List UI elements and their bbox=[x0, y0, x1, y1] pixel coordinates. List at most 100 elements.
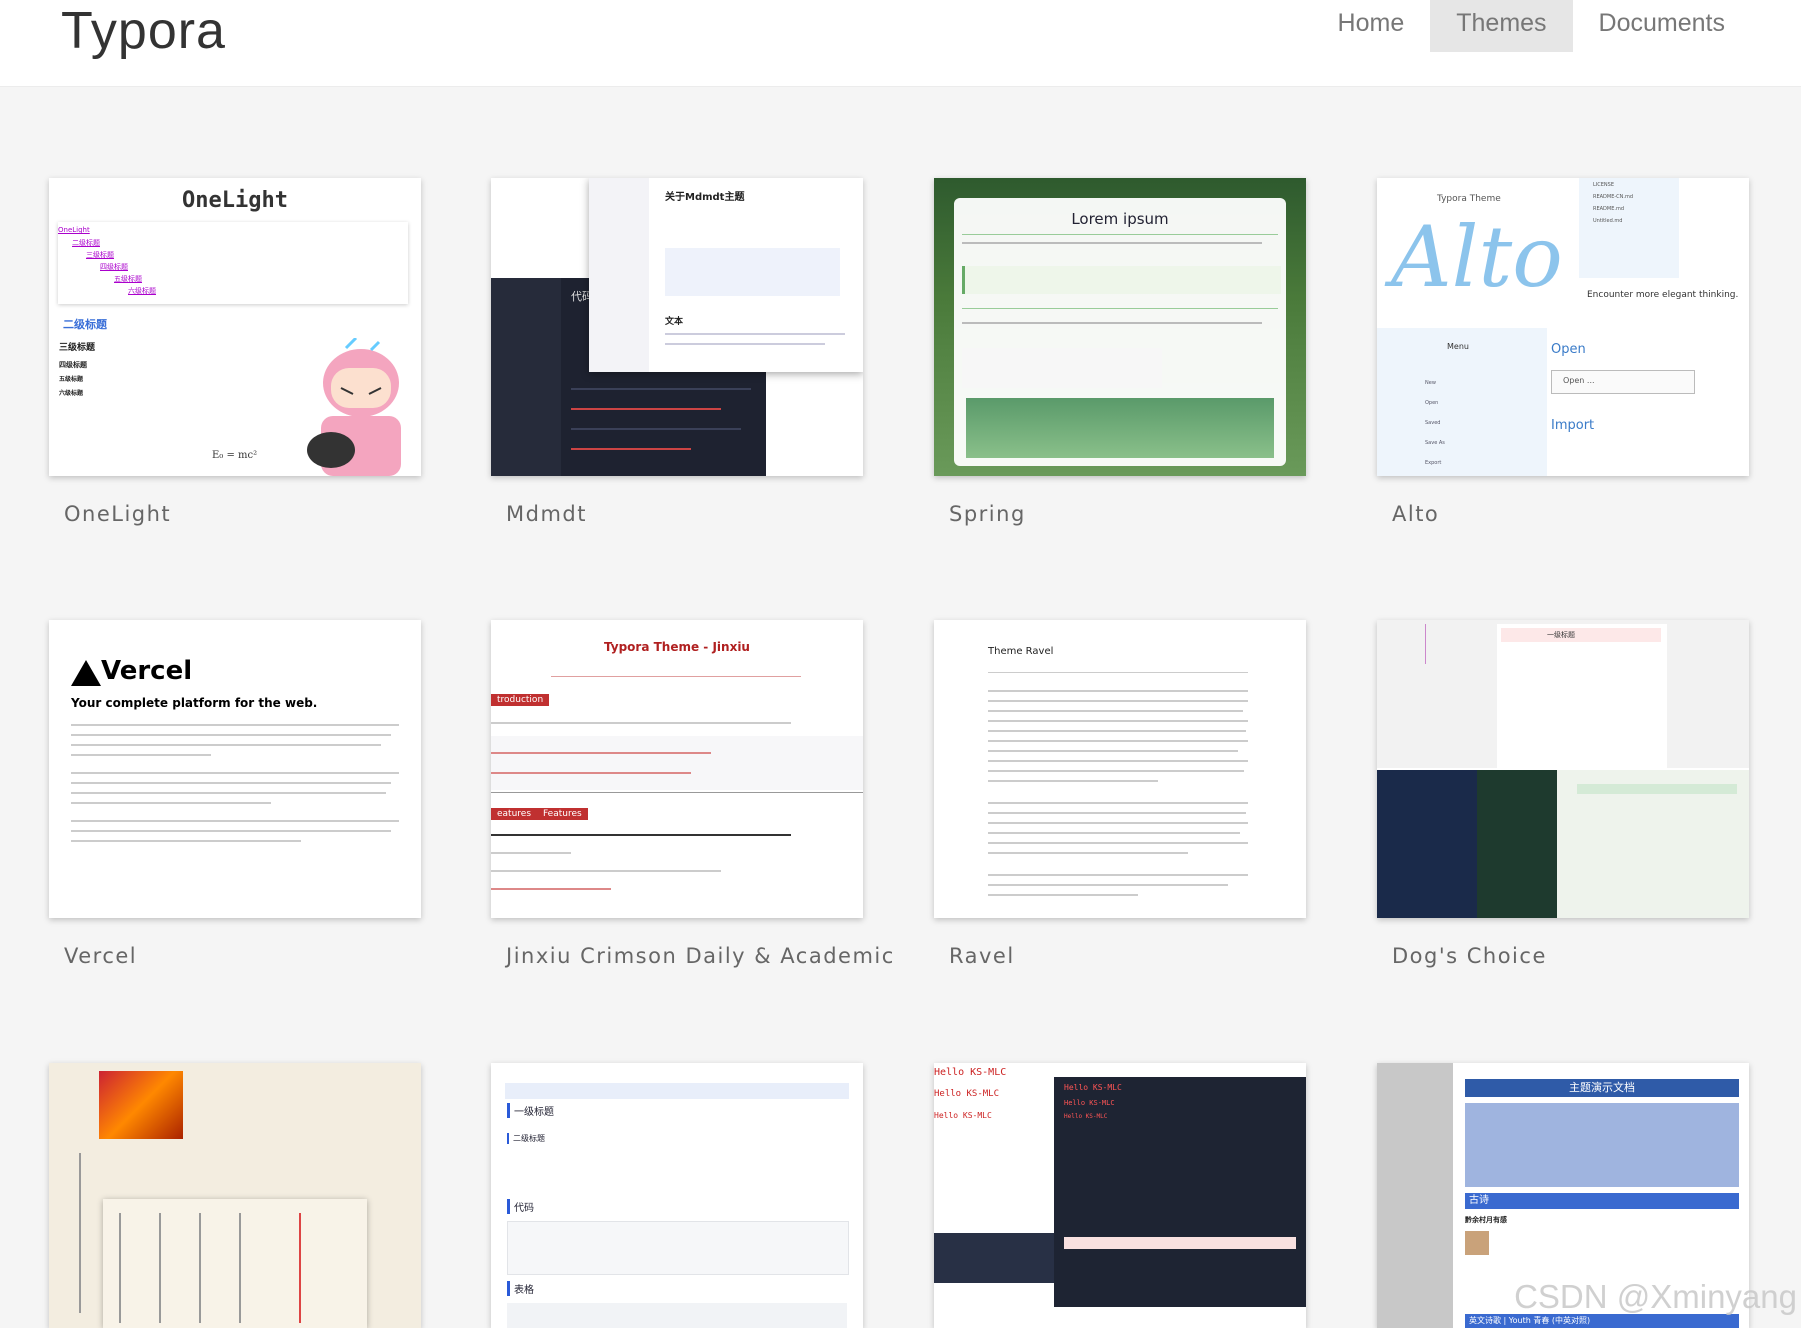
file-item: LICENSE bbox=[1593, 182, 1614, 188]
theme-thumbnail[interactable]: 一级标题 bbox=[1377, 620, 1749, 918]
theme-card-ravel[interactable]: Theme Ravel Ravel bbox=[934, 620, 1306, 968]
thumb-poem-title: 黔余村月有感 bbox=[1465, 1216, 1507, 1224]
theme-card-row3-2[interactable]: 一级标题 二级标题 代码 表格 bbox=[491, 1063, 863, 1328]
nav-documents[interactable]: Documents bbox=[1573, 0, 1751, 52]
theme-thumbnail[interactable]: Typora Theme Alto Encounter more elegant… bbox=[1377, 178, 1749, 476]
thumb-footer: 英文诗歌 | Youth 青春 (中英对照) bbox=[1465, 1314, 1739, 1328]
thumb-title: Lorem ipsum bbox=[1071, 210, 1169, 228]
theme-thumbnail[interactable]: Hello KS-MLC Hello KS-MLC Hello KS-MLC H… bbox=[934, 1063, 1306, 1328]
toc-item: 三级标题 bbox=[86, 251, 114, 259]
thumb-line: Hello KS-MLC bbox=[934, 1089, 1000, 1099]
theme-thumbnail[interactable]: 一级标题 二级标题 代码 表格 bbox=[491, 1063, 863, 1328]
spring-page: Lorem ipsum bbox=[954, 198, 1286, 466]
thumb-h1: 一级标题 bbox=[507, 1103, 554, 1118]
thumb-open-field: Open ... bbox=[1563, 376, 1595, 385]
theme-card-vercel[interactable]: Vercel Your complete platform for the we… bbox=[49, 620, 421, 968]
menu-item: Save As bbox=[1425, 440, 1445, 446]
thumb-artwork bbox=[99, 1071, 183, 1139]
theme-title[interactable]: Mdmdt bbox=[506, 502, 587, 526]
main-nav: Home Themes Documents bbox=[1312, 0, 1751, 52]
theme-title[interactable]: OneLight bbox=[64, 502, 171, 526]
thumb-menu: Menu bbox=[1447, 342, 1469, 351]
thumb-line: Hello KS-MLC bbox=[934, 1067, 1007, 1078]
thumb-h2: 二级标题 bbox=[63, 318, 107, 331]
thumb-import: Import bbox=[1551, 418, 1595, 433]
thumb-h4: 四级标题 bbox=[59, 361, 87, 369]
thumb-tag: Features bbox=[537, 808, 588, 820]
site-header: Typora Home Themes Documents bbox=[0, 0, 1801, 87]
theme-card-mdmdt[interactable]: 代码 关于Mdmdt主题 文本 Mdmdt bbox=[491, 178, 863, 526]
theme-thumbnail[interactable]: 代码 关于Mdmdt主题 文本 bbox=[491, 178, 863, 476]
thumb-h3: 三级标题 bbox=[59, 343, 96, 353]
thumb-h6: 六级标题 bbox=[59, 390, 84, 397]
thumb-h5: 五级标题 bbox=[59, 376, 84, 383]
thumb-h2: 二级标题 bbox=[507, 1133, 545, 1144]
avatar bbox=[1465, 1231, 1489, 1255]
menu-item: Export bbox=[1425, 460, 1442, 466]
theme-title[interactable]: Vercel bbox=[64, 944, 137, 968]
theme-thumbnail[interactable]: Lorem ipsum bbox=[934, 178, 1306, 476]
menu-item: New bbox=[1425, 380, 1436, 386]
thumb-title: Theme Ravel bbox=[988, 646, 1054, 657]
toc-item: 二级标题 bbox=[72, 239, 100, 247]
vercel-triangle-icon bbox=[71, 660, 101, 686]
file-item: Untitled.md bbox=[1593, 218, 1623, 224]
theme-title[interactable]: Alto bbox=[1392, 502, 1439, 526]
toc-item: 五级标题 bbox=[114, 275, 142, 283]
thumb-heading: OneLight bbox=[182, 188, 288, 213]
theme-card-row3-1[interactable] bbox=[49, 1063, 421, 1328]
anime-girl-illustration bbox=[307, 338, 401, 476]
thumb-line: Hello KS-MLC bbox=[934, 1111, 992, 1120]
theme-title[interactable]: Jinxiu Crimson Daily & Academic bbox=[506, 944, 895, 968]
thumb-line: Hello KS-MLC bbox=[1064, 1083, 1122, 1092]
nav-themes[interactable]: Themes bbox=[1430, 0, 1573, 52]
thumb-title: 主题演示文档 bbox=[1465, 1079, 1739, 1097]
menu-item: Open bbox=[1425, 400, 1439, 406]
thumb-title: Typora Theme - Jinxiu bbox=[604, 640, 750, 654]
thumb-caption: Typora Theme bbox=[1437, 194, 1501, 204]
light-window: 关于Mdmdt主题 文本 bbox=[589, 178, 863, 372]
nav-home[interactable]: Home bbox=[1312, 0, 1431, 52]
thumb-poem: 古诗 bbox=[1465, 1193, 1739, 1209]
theme-title[interactable]: Ravel bbox=[949, 944, 1015, 968]
theme-title[interactable]: Dog's Choice bbox=[1392, 944, 1547, 968]
theme-thumbnail[interactable]: Vercel Your complete platform for the we… bbox=[49, 620, 421, 918]
file-item: README.md bbox=[1593, 206, 1625, 212]
thumb-heading: 一级标题 bbox=[1547, 631, 1575, 639]
thumb-logo: Vercel bbox=[101, 656, 193, 686]
thumb-line: Hello KS-MLC bbox=[1064, 1113, 1108, 1120]
thumb-line: Hello KS-MLC bbox=[1064, 1099, 1115, 1107]
theme-card-alto[interactable]: Typora Theme Alto Encounter more elegant… bbox=[1377, 178, 1749, 526]
watermark: CSDN @Xminyang bbox=[1514, 1278, 1797, 1315]
thumb-code: 代码 bbox=[507, 1199, 534, 1214]
theme-card-spring[interactable]: Lorem ipsum Spring bbox=[934, 178, 1306, 526]
toc-item: OneLight bbox=[58, 226, 90, 234]
toc-item: 四级标题 bbox=[100, 263, 128, 271]
thumb-table: 表格 bbox=[507, 1281, 534, 1296]
menu-item: Saved bbox=[1425, 420, 1441, 426]
site-logo[interactable]: Typora bbox=[61, 0, 226, 62]
thumb-tag: troduction bbox=[491, 694, 550, 706]
thumb-script-title: Alto bbox=[1391, 208, 1563, 306]
theme-card-row3-3[interactable]: Hello KS-MLC Hello KS-MLC Hello KS-MLC H… bbox=[934, 1063, 1306, 1328]
thumb-tag: eatures bbox=[491, 808, 538, 820]
menu-panel: Menu New Open Saved Save As Export Open … bbox=[1377, 328, 1749, 476]
thumb-section: 文本 bbox=[665, 317, 684, 327]
thumb-open: Open bbox=[1551, 342, 1586, 357]
theme-title[interactable]: Spring bbox=[949, 502, 1026, 526]
thumb-toc: OneLight 二级标题 三级标题 四级标题 五级标题 六级标题 bbox=[58, 222, 408, 304]
thumb-formula: E₀ = mc² bbox=[212, 450, 258, 461]
light-variant: 一级标题 bbox=[1377, 620, 1749, 768]
theme-card-dogs-choice[interactable]: 一级标题 Dog's Choice bbox=[1377, 620, 1749, 968]
theme-card-jinxiu[interactable]: Typora Theme - Jinxiu troduction eatures… bbox=[491, 620, 893, 968]
thumb-headline: Your complete platform for the web. bbox=[71, 696, 318, 710]
theme-thumbnail[interactable] bbox=[49, 1063, 421, 1328]
theme-thumbnail[interactable]: OneLight OneLight 二级标题 三级标题 四级标题 五级标题 六级… bbox=[49, 178, 421, 476]
toc-item: 六级标题 bbox=[128, 287, 156, 295]
thumb-title: 关于Mdmdt主题 bbox=[665, 192, 745, 203]
theme-thumbnail[interactable]: Typora Theme - Jinxiu troduction eatures… bbox=[491, 620, 863, 918]
theme-thumbnail[interactable]: Theme Ravel bbox=[934, 620, 1306, 918]
theme-card-onelight[interactable]: OneLight OneLight 二级标题 三级标题 四级标题 五级标题 六级… bbox=[49, 178, 421, 526]
thumb-tagline: Encounter more elegant thinking. bbox=[1587, 290, 1739, 300]
file-item: README-CN.md bbox=[1593, 194, 1634, 200]
